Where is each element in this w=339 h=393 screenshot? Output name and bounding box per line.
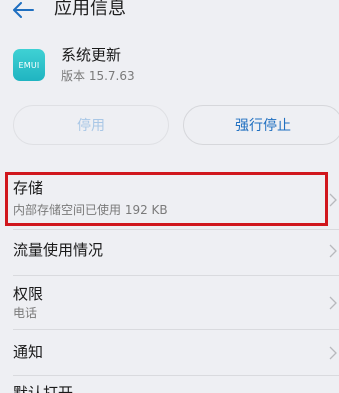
list-item-title: 权限: [13, 285, 44, 303]
list-item-subtitle: 电话: [13, 306, 38, 320]
list-item-title: 流量使用情况: [13, 241, 104, 259]
back-arrow-icon[interactable]: [12, 2, 34, 18]
list-item-permissions[interactable]: 权限 电话: [0, 276, 339, 326]
chevron-right-icon: [329, 346, 337, 360]
list-item-subtitle: 内部存储空间已使用 192 KB: [13, 203, 168, 217]
app-name: 系统更新: [61, 46, 122, 64]
app-bar: 应用信息: [0, 0, 339, 24]
page-title: 应用信息: [54, 0, 126, 19]
list-item-storage[interactable]: 存储 内部存储空间已使用 192 KB: [0, 176, 339, 224]
chevron-right-icon: [329, 244, 337, 258]
chevron-right-icon: [329, 296, 337, 310]
force-stop-button[interactable]: 强行停止: [183, 105, 339, 145]
app-icon-label: EMUI: [18, 60, 40, 70]
app-version: 版本 15.7.63: [61, 69, 135, 83]
list-item-title: 通知: [13, 343, 44, 361]
list-item-title: 存储: [13, 179, 44, 197]
list-item-data-usage[interactable]: 流量使用情况: [0, 230, 339, 274]
list-item-open-by-default[interactable]: 默认打开: [0, 376, 339, 393]
list-item-notifications[interactable]: 通知: [0, 330, 339, 374]
disable-button[interactable]: 停用: [13, 105, 169, 145]
chevron-right-icon: [329, 193, 337, 207]
app-icon: EMUI: [13, 49, 45, 81]
list-item-title: 默认打开: [13, 384, 74, 393]
app-info-header: EMUI 系统更新 版本 15.7.63: [0, 40, 339, 90]
